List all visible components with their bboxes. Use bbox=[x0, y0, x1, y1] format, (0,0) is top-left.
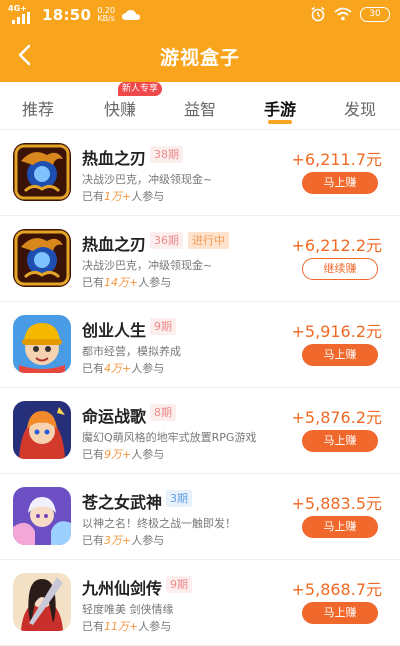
list-item[interactable]: 热血之刃 38期 决战沙巴克，冲级领现金~ 已有1万+人参与 +6,211.7元… bbox=[0, 130, 400, 216]
game-name: 热血之刃 bbox=[82, 149, 147, 168]
period-badge: 3期 bbox=[166, 490, 192, 507]
list-item[interactable]: 九州仙剑传 9期 轻度唯美 剑侠情缘 已有11万+人参与 +5,868.7元 马… bbox=[0, 560, 400, 646]
battery-icon: 30 bbox=[360, 6, 390, 22]
active-tab-indicator bbox=[268, 120, 292, 124]
earn-now-button[interactable]: 马上赚 bbox=[302, 172, 378, 194]
continue-earning-button[interactable]: 继续赚 bbox=[302, 258, 378, 280]
list-item[interactable]: 创业人生 9期 都市经营，模拟养成 已有4万+人参与 +5,916.2元 马上赚 bbox=[0, 302, 400, 388]
reward-amount: +5,916.2元 bbox=[291, 322, 382, 341]
tab-recommend[interactable]: 推荐 bbox=[22, 96, 54, 120]
game-description: 轻度唯美 剑侠情缘 bbox=[82, 603, 174, 616]
network-speed: 0.20 KB/s bbox=[97, 6, 116, 23]
period-badge: 9期 bbox=[166, 576, 192, 593]
participants: 已有3万+人参与 bbox=[82, 534, 165, 547]
participants: 已有14万+人参与 bbox=[82, 276, 172, 289]
participants: 已有1万+人参与 bbox=[82, 190, 165, 203]
earn-now-button[interactable]: 马上赚 bbox=[302, 516, 378, 538]
wifi-icon bbox=[334, 7, 352, 21]
period-badge: 9期 bbox=[150, 318, 176, 335]
status-bar: 4G+ 18:50 0.20 KB/s 30 bbox=[0, 0, 400, 30]
period-badge: 36期 bbox=[150, 232, 183, 249]
participants: 已有9万+人参与 bbox=[82, 448, 165, 461]
cartoon-worker-game-icon[interactable] bbox=[13, 315, 71, 373]
participants: 已有4万+人参与 bbox=[82, 362, 165, 375]
dragon-game-icon[interactable] bbox=[13, 229, 71, 287]
period-badge: 38期 bbox=[150, 146, 183, 163]
tab-puzzle[interactable]: 益智 bbox=[184, 96, 216, 120]
signal-icon: 4G+ bbox=[8, 4, 36, 24]
game-name: 热血之刃 bbox=[82, 235, 147, 254]
status-time: 18:50 bbox=[42, 6, 92, 24]
reward-amount: +5,876.2元 bbox=[291, 408, 382, 427]
valkyrie-game-icon[interactable] bbox=[13, 487, 71, 545]
game-name: 苍之女武神 bbox=[82, 493, 163, 512]
dragon-game-icon[interactable] bbox=[13, 143, 71, 201]
game-description: 以神之名！终极之战一触即发！ bbox=[82, 517, 236, 530]
participants: 已有11万+人参与 bbox=[82, 620, 172, 633]
reward-amount: +5,883.5元 bbox=[291, 494, 382, 513]
tab-mobile-games[interactable]: 手游 bbox=[264, 96, 296, 120]
fantasy-hero-game-icon[interactable] bbox=[13, 401, 71, 459]
earn-now-button[interactable]: 马上赚 bbox=[302, 602, 378, 624]
game-name: 创业人生 bbox=[82, 321, 147, 340]
cloud-icon bbox=[122, 10, 141, 20]
game-description: 决战沙巴克，冲级领现金~ bbox=[82, 173, 213, 186]
list-item[interactable]: 热血之刃 36期 进行中 决战沙巴克，冲级领现金~ 已有14万+人参与 +6,2… bbox=[0, 216, 400, 302]
list-item[interactable]: 命运战歌 8期 魔幻Q萌风格的地牢式放置RPG游戏 已有9万+人参与 +5,87… bbox=[0, 388, 400, 474]
game-name: 命运战歌 bbox=[82, 407, 147, 426]
nav-bar: 游视盒子 bbox=[0, 30, 400, 82]
category-tabs: 推荐 快赚 益智 手游 发现 bbox=[0, 82, 400, 130]
reward-amount: +5,868.7元 bbox=[291, 580, 382, 599]
period-badge: 8期 bbox=[150, 404, 176, 421]
game-description: 决战沙巴克，冲级领现金~ bbox=[82, 259, 213, 272]
earn-now-button[interactable]: 马上赚 bbox=[302, 344, 378, 366]
alarm-icon bbox=[311, 6, 325, 22]
reward-amount: +6,211.7元 bbox=[291, 150, 382, 169]
swordsman-game-icon[interactable] bbox=[13, 573, 71, 631]
reward-amount: +6,212.2元 bbox=[291, 236, 382, 255]
tab-quick-earn[interactable]: 快赚 bbox=[104, 96, 136, 120]
tab-discover[interactable]: 发现 bbox=[344, 96, 376, 120]
game-name: 九州仙剑传 bbox=[82, 579, 163, 598]
page-title: 游视盒子 bbox=[159, 47, 240, 69]
game-description: 魔幻Q萌风格的地牢式放置RPG游戏 bbox=[82, 431, 257, 444]
new-user-badge: 新人专享 bbox=[118, 82, 163, 96]
list-item[interactable]: 苍之女武神 3期 以神之名！终极之战一触即发！ 已有3万+人参与 +5,883.… bbox=[0, 474, 400, 560]
earn-now-button[interactable]: 马上赚 bbox=[302, 430, 378, 452]
status-badge: 进行中 bbox=[188, 232, 229, 249]
game-description: 都市经营，模拟养成 bbox=[82, 345, 181, 358]
